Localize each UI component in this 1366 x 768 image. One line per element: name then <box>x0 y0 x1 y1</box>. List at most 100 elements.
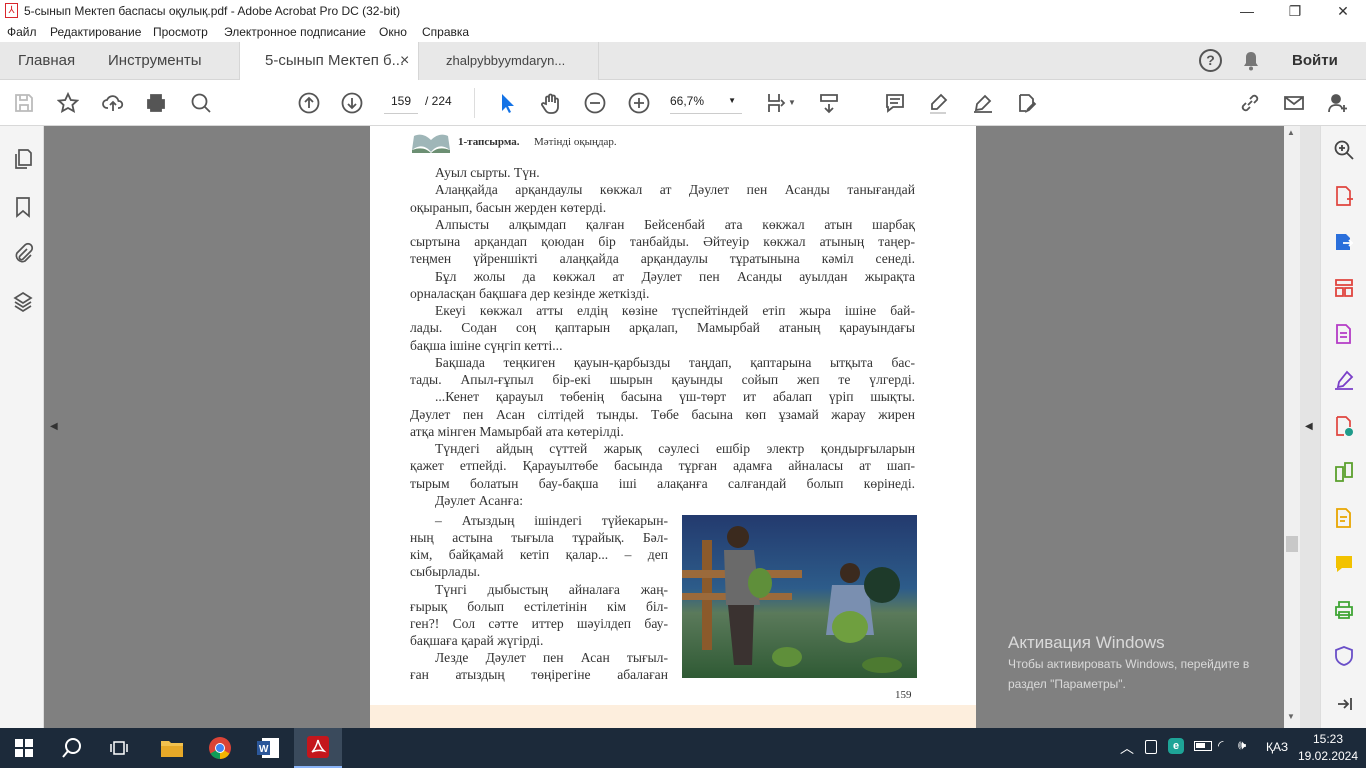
scrollbar-thumb[interactable] <box>1286 536 1298 552</box>
acrobat-taskbar-icon[interactable] <box>294 728 342 768</box>
zoom-out-icon[interactable] <box>581 89 609 117</box>
file-explorer-icon[interactable] <box>148 728 196 768</box>
fill-sign-icon[interactable] <box>1332 368 1356 392</box>
text-line: бақшаға қарай жүгірді. <box>410 633 544 649</box>
page-thumbnails-icon[interactable] <box>12 148 34 175</box>
comment-icon[interactable] <box>881 89 909 117</box>
edit-pdf-icon[interactable] <box>1012 89 1040 117</box>
chevron-down-icon: ▼ <box>728 96 736 105</box>
maximize-button[interactable]: ❐ <box>1272 0 1318 22</box>
search-zoom-icon[interactable] <box>187 89 215 117</box>
page-down-icon[interactable] <box>338 89 366 117</box>
volume-icon[interactable]: 🕪 <box>1238 737 1246 753</box>
organize-pages-icon[interactable] <box>1332 276 1356 300</box>
menu-window[interactable]: Окно <box>379 25 407 39</box>
cloud-upload-icon[interactable] <box>99 89 127 117</box>
help-icon[interactable]: ? <box>1199 49 1222 72</box>
left-navigation-rail <box>0 126 44 728</box>
open-book-icon <box>410 132 452 160</box>
clock[interactable]: 15:23 19.02.2024 <box>1296 731 1360 765</box>
menu-edit[interactable]: Редактирование <box>50 25 141 39</box>
create-pdf-icon[interactable] <box>1332 184 1356 208</box>
text-line: Түндегі айдың сүттей жарық сәулесі ешбір… <box>435 441 915 457</box>
page-number-input[interactable]: 159 <box>384 94 418 114</box>
search-icon[interactable] <box>48 728 96 768</box>
send-for-review-icon[interactable] <box>1332 414 1356 438</box>
mail-icon[interactable] <box>1280 89 1308 117</box>
chrome-icon[interactable] <box>196 728 244 768</box>
toolbar-divider <box>474 88 475 118</box>
link-icon[interactable] <box>1236 89 1264 117</box>
scroll-up-arrow-icon[interactable]: ▲ <box>1287 128 1295 137</box>
wifi-icon[interactable]: ◜ <box>1218 737 1223 754</box>
watermark-line: раздел "Параметры". <box>1008 677 1126 691</box>
menu-help[interactable]: Справка <box>422 25 469 39</box>
page-number: 159 <box>895 689 912 701</box>
page-up-icon[interactable] <box>295 89 323 117</box>
text-line: ған атыздың төңірегіне абалаған <box>410 667 668 683</box>
show-hidden-icons-chevron-icon[interactable]: ︿ <box>1120 738 1134 758</box>
zoom-in-icon[interactable] <box>625 89 653 117</box>
tab-label: 5-сынып Мектеп б... <box>265 52 405 69</box>
scroll-down-arrow-icon[interactable]: ▼ <box>1287 712 1295 721</box>
expand-right-panel-icon[interactable]: ◀ <box>1305 421 1313 432</box>
svg-text:W: W <box>259 744 269 755</box>
toolbar: 159 / 224 66,7% ▼ ▼ <box>0 80 1366 126</box>
text-line: лады. Содан соң қаптарын арқалап, Мамырб… <box>410 320 915 336</box>
scroll-mode-icon[interactable] <box>815 89 843 117</box>
word-icon[interactable]: W <box>244 728 292 768</box>
close-window-button[interactable]: ✕ <box>1320 0 1366 22</box>
menu-esign[interactable]: Электронное подписание <box>224 25 366 39</box>
tab-tools[interactable]: Инструменты <box>108 42 202 80</box>
start-windows-icon[interactable] <box>0 728 48 768</box>
text-line: Алпысты алқымдап қалған Бейсенбай ата кө… <box>435 216 915 232</box>
highlight-pen-icon[interactable] <box>924 89 952 117</box>
print-production-icon[interactable] <box>1332 598 1356 622</box>
select-cursor-icon[interactable] <box>493 89 521 117</box>
bookmark-icon[interactable] <box>12 196 34 223</box>
menu-view[interactable]: Просмотр <box>153 25 208 39</box>
sign-icon[interactable] <box>969 89 997 117</box>
add-user-icon[interactable] <box>1324 89 1352 117</box>
export-pdf-icon[interactable] <box>1332 230 1356 254</box>
hand-tool-icon[interactable] <box>537 89 565 117</box>
collapse-tools-pane-icon[interactable] <box>1332 692 1356 716</box>
tab-other-document[interactable]: zhalpybbyymdaryn... <box>419 42 599 80</box>
close-tab-icon[interactable]: × <box>400 42 409 80</box>
layers-icon[interactable] <box>12 290 34 317</box>
minimize-button[interactable]: — <box>1224 0 1270 22</box>
task-view-icon[interactable] <box>96 728 144 768</box>
star-icon[interactable] <box>54 89 82 117</box>
chevron-down-icon[interactable]: ▼ <box>788 98 796 107</box>
tab-active-document[interactable]: 5-сынып Мектеп б... × <box>239 42 419 81</box>
meet-now-icon[interactable] <box>1145 740 1157 754</box>
text-line: теңмен үйреншікті алаңқайда арқандаулы т… <box>410 251 915 267</box>
text-line: Бұл жолы да көкжал ат Дәулет пен Асанды … <box>435 268 915 284</box>
text-line: тады. Апыл-ғұпыл бір-екі шырын қауынды с… <box>410 372 915 388</box>
battery-icon[interactable] <box>1194 741 1212 751</box>
text-line: оқыранып, басын жерден көтерді. <box>410 199 607 215</box>
text-line: Лезде Дәулет пен Асан тығыл- <box>435 650 668 666</box>
enhance-scans-icon[interactable] <box>1332 506 1356 530</box>
page-fit-icon[interactable] <box>762 89 790 117</box>
edit-pdf-tool-icon[interactable] <box>1332 322 1356 346</box>
text-line: ның астына тығыла тұрайық. Бәл- <box>410 530 668 546</box>
menu-file[interactable]: Файл <box>7 25 37 39</box>
print-icon[interactable] <box>142 89 170 117</box>
bell-icon[interactable] <box>1243 51 1259 71</box>
compare-files-icon[interactable] <box>1332 460 1356 484</box>
next-pdf-page <box>370 705 976 728</box>
collapse-left-panel-icon[interactable]: ◀ <box>50 421 58 432</box>
tab-home[interactable]: Главная <box>18 42 75 80</box>
text-line: Дәулет Асанға: <box>435 492 524 508</box>
language-indicator[interactable]: ҚАЗ <box>1266 740 1288 754</box>
attachment-icon[interactable] <box>12 242 34 269</box>
sign-in-button[interactable]: Войти <box>1292 52 1338 69</box>
text-line: кім, байқамай кетіп қалар... – деп <box>410 547 668 563</box>
zoom-tool-icon[interactable] <box>1332 138 1356 162</box>
comment-tool-icon[interactable] <box>1332 552 1356 576</box>
eset-icon[interactable]: e <box>1168 738 1184 754</box>
pdf-page: 1-тапсырма. Мәтінді оқыңдар. Ауыл сырты.… <box>370 126 976 705</box>
zoom-select[interactable]: 66,7% ▼ <box>670 94 742 114</box>
save-icon[interactable] <box>10 89 38 117</box>
